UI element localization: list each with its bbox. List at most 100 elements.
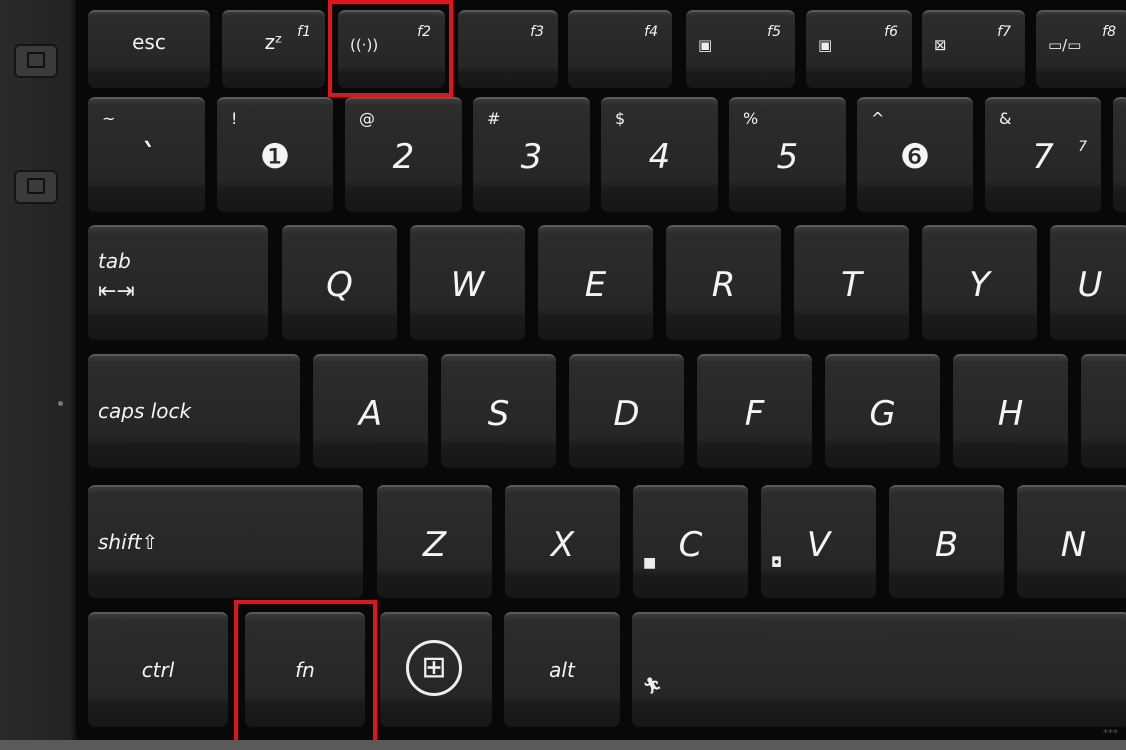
key-label: F <box>744 394 765 434</box>
key-symbol: ~ <box>102 109 116 128</box>
key-label: 5 <box>776 137 799 177</box>
key-s[interactable]: S <box>441 354 556 468</box>
key--[interactable]: ❻ ^ <box>857 97 973 212</box>
key-f5[interactable]: f5 ▣ <box>686 10 795 88</box>
key-f8[interactable]: f8 ▭/▭ <box>1036 10 1126 88</box>
key-7[interactable]: 7 & 7 <box>985 97 1101 212</box>
key--[interactable]: ❶! <box>217 97 333 212</box>
key-z[interactable]: Z <box>377 485 492 598</box>
key-f6[interactable]: f6 ▣ <box>806 10 912 88</box>
key-sublabel: f3 <box>530 24 544 40</box>
key-label: esc <box>132 30 166 54</box>
key-label: alt <box>549 657 575 682</box>
side-button-top[interactable] <box>14 44 58 78</box>
key-label: N <box>1060 525 1087 565</box>
key-f3[interactable]: f3 <box>458 10 558 88</box>
key-shift-[interactable]: shift⇧ <box>88 485 363 598</box>
key-label: 4 <box>648 137 671 177</box>
windows-logo-icon: ⊞ <box>406 640 462 696</box>
key-label: W <box>450 265 485 305</box>
key-running-man-icon[interactable]: 🏃︎ <box>632 612 1126 727</box>
key-v[interactable]: V ◘ <box>761 485 876 598</box>
key-label: Z <box>422 525 447 565</box>
key-sublabel: f7 <box>997 24 1011 40</box>
key-caps-lock[interactable]: caps lock <box>88 354 300 468</box>
key-blank[interactable] <box>1113 97 1126 212</box>
key-h[interactable]: H <box>953 354 1068 468</box>
key-5[interactable]: 5% <box>729 97 846 212</box>
running-man-icon: 🏃︎ <box>642 676 663 695</box>
key-label: ❶ <box>259 137 291 177</box>
key-label: E <box>584 265 607 305</box>
key-symbol: & <box>999 109 1012 128</box>
key--[interactable]: ` ~ <box>88 97 205 212</box>
key-2[interactable]: 2 @ <box>345 97 462 212</box>
key-e[interactable]: E <box>538 225 653 340</box>
key-r[interactable]: R <box>666 225 781 340</box>
key-label: R <box>711 265 736 305</box>
key-w[interactable]: W <box>410 225 525 340</box>
tab-arrows-icon: ⇤⇥ <box>98 279 135 304</box>
key-label: H <box>997 394 1024 434</box>
key-label: U <box>1077 265 1103 305</box>
key-c[interactable]: C ■ <box>633 485 748 598</box>
highlight-box <box>328 0 453 97</box>
key-label: Y <box>969 265 990 305</box>
key-label: D <box>613 394 640 434</box>
key-sublabel: f8 <box>1102 24 1116 40</box>
key-f4[interactable]: f4 <box>568 10 672 88</box>
key-g[interactable]: G <box>825 354 940 468</box>
key-4[interactable]: 4 $ <box>601 97 718 212</box>
brightness-down-icon: ▣ <box>698 36 713 54</box>
key-label: T <box>841 265 862 305</box>
key-label: ❻ <box>899 137 931 177</box>
key-t[interactable]: T <box>794 225 909 340</box>
watermark: *** <box>1103 728 1118 739</box>
key-z-[interactable]: zᶻ f1 <box>222 10 325 88</box>
key-label: tab <box>98 249 131 273</box>
camera-icon: ◘ <box>771 555 783 571</box>
side-button-bottom[interactable] <box>14 170 58 204</box>
key-label: ctrl <box>141 657 175 682</box>
key-windows-logo-icon[interactable]: ⊞ <box>380 612 492 727</box>
key-sublabel: 7 <box>1078 139 1087 155</box>
key-symbol: ! <box>231 109 238 128</box>
key-a[interactable]: A <box>313 354 428 468</box>
key-x[interactable]: X <box>505 485 620 598</box>
key-label: 3 <box>520 137 543 177</box>
key-label: Q <box>326 265 353 305</box>
key-label: shift⇧ <box>98 529 159 554</box>
key-ctrl[interactable]: ctrl <box>88 612 228 727</box>
key-label: 2 <box>392 137 415 177</box>
key-d[interactable]: D <box>569 354 684 468</box>
key-tab[interactable]: tab ⇤⇥ <box>88 225 268 340</box>
key-blank[interactable] <box>1081 354 1126 468</box>
brightness-up-icon: ▣ <box>818 36 833 54</box>
key-label: B <box>934 525 959 565</box>
key-sublabel: f6 <box>884 24 898 40</box>
key-symbol: $ <box>615 109 626 128</box>
key-u[interactable]: U <box>1050 225 1126 340</box>
highlight-box <box>234 600 377 746</box>
key-b[interactable]: B <box>889 485 1004 598</box>
key-y[interactable]: Y <box>922 225 1037 340</box>
key-f7[interactable]: f7 ⊠ <box>922 10 1025 88</box>
key-label: A <box>358 394 383 434</box>
palm-rest-edge <box>0 740 1126 750</box>
key-label: caps lock <box>98 399 192 423</box>
key-label: X <box>550 525 575 565</box>
key-f[interactable]: F <box>697 354 812 468</box>
key-sublabel: f4 <box>644 24 658 40</box>
status-led <box>58 401 63 406</box>
key-3[interactable]: 3 # <box>473 97 590 212</box>
key-q[interactable]: Q <box>282 225 397 340</box>
key-alt[interactable]: alt <box>504 612 620 727</box>
key-n[interactable]: N <box>1017 485 1126 598</box>
key-label: G <box>869 394 896 434</box>
key-symbol: % <box>743 109 759 128</box>
key-sublabel: f1 <box>297 24 311 40</box>
key-symbol: ^ <box>871 109 885 128</box>
key-symbol: # <box>487 109 501 128</box>
key-esc[interactable]: esc <box>88 10 210 88</box>
key-sublabel: f5 <box>767 24 781 40</box>
